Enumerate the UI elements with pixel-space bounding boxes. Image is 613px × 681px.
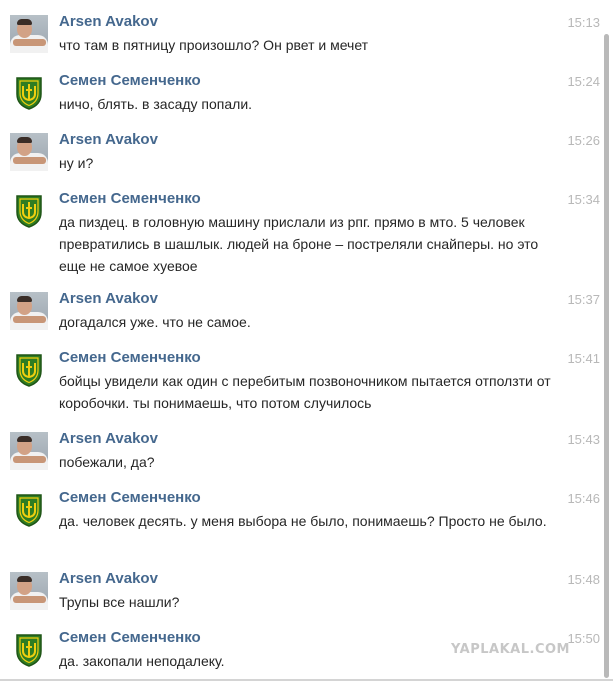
message-author[interactable]: Arsen Avakov <box>59 131 158 148</box>
scrollbar[interactable] <box>604 34 609 678</box>
message-time: 15:46 <box>567 491 600 506</box>
message-author[interactable]: Семен Семенченко <box>59 72 201 89</box>
shield-emblem-icon <box>16 354 42 387</box>
message-time: 15:48 <box>567 572 600 587</box>
avatar-arms-shape <box>13 456 46 463</box>
avatar-arms-shape <box>13 316 46 323</box>
avatar-hair-shape <box>17 296 32 302</box>
message-time: 15:43 <box>567 432 600 447</box>
message-text: побежали, да? <box>59 454 155 470</box>
avatar-hair-shape <box>17 436 32 442</box>
avatar[interactable] <box>10 572 48 610</box>
message-author[interactable]: Arsen Avakov <box>59 13 158 30</box>
avatar[interactable] <box>10 631 48 669</box>
message-time: 15:34 <box>567 192 600 207</box>
message-history: Arsen Avakov 15:13 что там в пятницу про… <box>0 0 600 681</box>
watermark: YAPLAKAL.COM <box>451 642 570 657</box>
avatar[interactable] <box>10 15 48 53</box>
avatar[interactable] <box>10 74 48 112</box>
message-time: 15:24 <box>567 74 600 89</box>
message-author[interactable]: Семен Семенченко <box>59 349 201 366</box>
shield-emblem-icon <box>16 77 42 110</box>
message-text: ничо, блять. в засаду попали. <box>59 96 253 112</box>
avatar-hair-shape <box>17 137 32 143</box>
avatar-arms-shape <box>13 157 46 164</box>
avatar-hair-shape <box>17 576 32 582</box>
message-text: догадался уже. что не самое. <box>59 314 251 330</box>
message-author[interactable]: Семен Семенченко <box>59 629 201 646</box>
shield-emblem-icon <box>16 195 42 228</box>
avatar[interactable] <box>10 133 48 171</box>
avatar-hair-shape <box>17 19 32 25</box>
message-text: да пиздец. в головную машину прислали из… <box>59 214 539 274</box>
avatar[interactable] <box>10 292 48 330</box>
avatar[interactable] <box>10 351 48 389</box>
message-time: 15:37 <box>567 292 600 307</box>
message-author[interactable]: Arsen Avakov <box>59 570 158 587</box>
message-text: ну и? <box>59 155 94 171</box>
message-text: да. человек десять. у меня выбора не был… <box>59 513 547 529</box>
message-time: 15:26 <box>567 133 600 148</box>
message-time: 15:13 <box>567 15 600 30</box>
message-text: бойцы увидели как один с перебитым позво… <box>59 373 551 411</box>
message-text: Трупы все нашли? <box>59 594 180 610</box>
avatar[interactable] <box>10 192 48 230</box>
message-text: что там в пятницу произошло? Он рвет и м… <box>59 37 369 53</box>
shield-emblem-icon <box>16 494 42 527</box>
avatar[interactable] <box>10 432 48 470</box>
avatar[interactable] <box>10 491 48 529</box>
message-time: 15:41 <box>567 351 600 366</box>
message-author[interactable]: Arsen Avakov <box>59 430 158 447</box>
avatar-arms-shape <box>13 39 46 46</box>
avatar-arms-shape <box>13 596 46 603</box>
message-author[interactable]: Семен Семенченко <box>59 489 201 506</box>
shield-emblem-icon <box>16 634 42 667</box>
message-author[interactable]: Arsen Avakov <box>59 290 158 307</box>
message-author[interactable]: Семен Семенченко <box>59 190 201 207</box>
